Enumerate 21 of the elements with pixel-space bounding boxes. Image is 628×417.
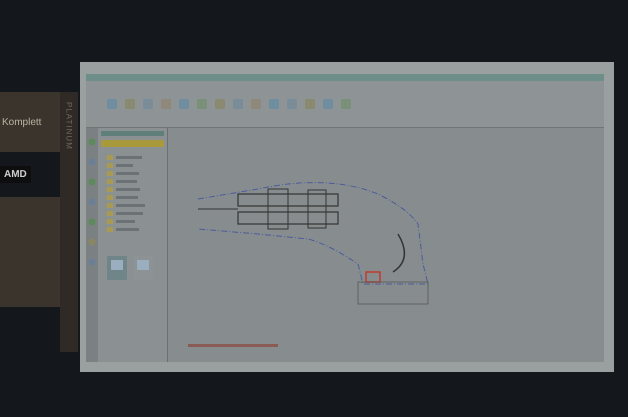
toolbar-icon[interactable] <box>124 98 136 110</box>
toolbar-icon[interactable] <box>106 98 118 110</box>
sidebar-icon[interactable] <box>88 238 96 246</box>
panel-header <box>101 131 164 136</box>
toolbar-icon[interactable] <box>340 98 352 110</box>
toolbar-icon[interactable] <box>196 98 208 110</box>
part-thumbnail-icon[interactable] <box>107 256 127 280</box>
sponsor-logo: AMD <box>0 166 31 183</box>
toolbar-icon[interactable] <box>160 98 172 110</box>
toolbar-icon[interactable] <box>268 98 280 110</box>
dropdown-field[interactable] <box>101 140 164 147</box>
sidebar-icon[interactable] <box>88 178 96 186</box>
sidebar-icon[interactable] <box>88 218 96 226</box>
tier-text: PLATINUM <box>64 102 74 152</box>
toolbar-icon[interactable] <box>250 98 262 110</box>
toolbar-icon[interactable] <box>304 98 316 110</box>
brand-text: Komplett <box>2 116 42 128</box>
toolbar-icon[interactable] <box>178 98 190 110</box>
toolbar-icon[interactable] <box>214 98 226 110</box>
sidebar-icon[interactable] <box>88 138 96 146</box>
toolbar-icon[interactable] <box>322 98 334 110</box>
